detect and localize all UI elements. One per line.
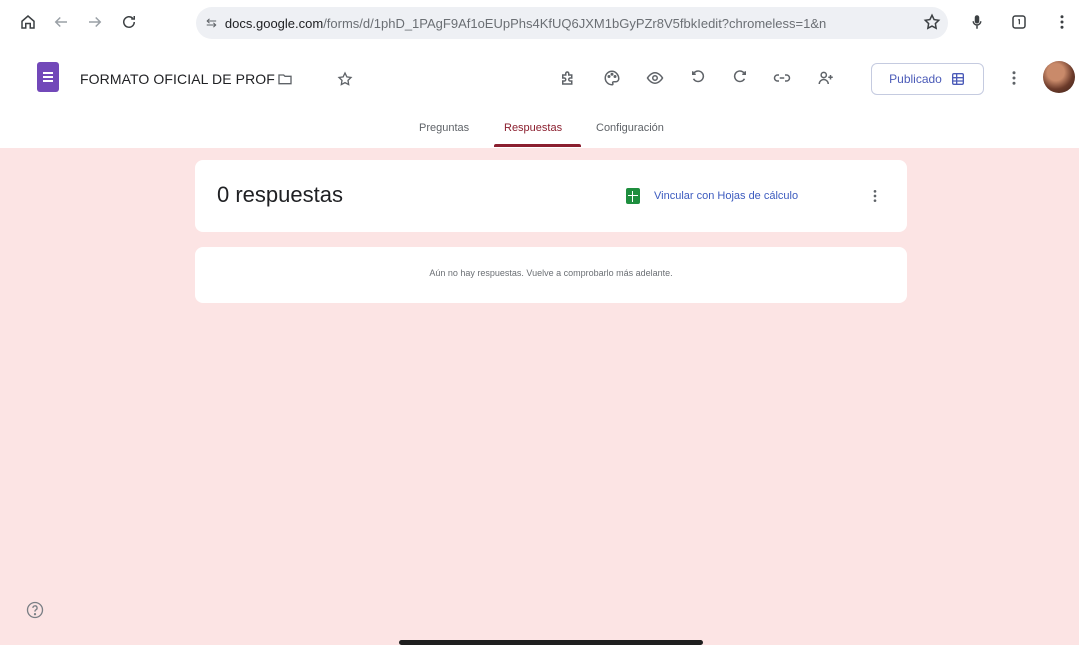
more-vert-icon[interactable] — [1000, 64, 1028, 92]
sheets-icon — [626, 188, 640, 204]
preview-eye-icon[interactable] — [641, 64, 669, 92]
addon-puzzle-icon[interactable] — [554, 64, 582, 92]
tab-respuestas[interactable]: Respuestas — [504, 122, 562, 134]
empty-state-message: Aún no hay respuestas. Vuelve a comproba… — [429, 268, 673, 278]
google-forms-logo[interactable] — [37, 62, 59, 92]
url-host: docs.google.com — [224, 15, 324, 31]
url-path: /forms/d/1phD_1PAgF9Af1oEUpPhs4KfUQ6JXM1… — [323, 15, 827, 31]
star-icon[interactable] — [334, 68, 356, 90]
address-bar[interactable]: ⇆ docs.google.com/forms/d/1phD_1PAgF9Af1… — [196, 7, 948, 39]
folder-icon[interactable] — [274, 68, 296, 90]
link-sheets-label: Vincular con Hojas de cálculo — [654, 190, 799, 202]
responses-count: 0 respuestas — [217, 182, 343, 207]
gesture-nav-handle — [399, 640, 703, 645]
tab-switcher-icon[interactable] — [1006, 9, 1032, 35]
back-icon[interactable] — [48, 9, 74, 35]
undo-icon[interactable] — [684, 64, 712, 92]
home-icon[interactable] — [15, 9, 41, 35]
tab-preguntas[interactable]: Preguntas — [419, 122, 469, 134]
redo-icon[interactable] — [726, 64, 754, 92]
mic-icon[interactable] — [964, 9, 990, 35]
browser-toolbar: ⇆ docs.google.com/forms/d/1phD_1PAgF9Af1… — [0, 0, 1079, 44]
bookmark-star-icon[interactable] — [919, 9, 945, 35]
publish-grid-icon — [950, 71, 966, 87]
forms-header: FORMATO OFICIAL DE PROF Publicado Pregun… — [0, 44, 1079, 148]
active-tab-indicator — [494, 144, 581, 147]
palette-icon[interactable] — [598, 64, 626, 92]
tab-configuracion[interactable]: Configuración — [596, 122, 664, 134]
browser-menu-icon[interactable] — [1049, 9, 1075, 35]
add-collaborator-icon[interactable] — [812, 64, 840, 92]
published-label: Publicado — [889, 72, 942, 86]
help-icon[interactable] — [25, 600, 45, 620]
reload-icon[interactable] — [116, 9, 142, 35]
forward-icon[interactable] — [82, 9, 108, 35]
responses-summary-card: 0 respuestas Vincular con Hojas de cálcu… — [195, 160, 907, 232]
form-title[interactable]: FORMATO OFICIAL DE PROF — [80, 71, 275, 87]
empty-responses-card: Aún no hay respuestas. Vuelve a comproba… — [195, 247, 907, 303]
published-button[interactable]: Publicado — [871, 63, 984, 95]
site-info-icon[interactable]: ⇆ — [206, 15, 217, 31]
link-icon[interactable] — [768, 64, 796, 92]
responses-more-icon[interactable] — [865, 184, 885, 208]
link-sheets-button[interactable]: Vincular con Hojas de cálculo — [626, 188, 798, 204]
account-avatar[interactable] — [1043, 61, 1075, 93]
